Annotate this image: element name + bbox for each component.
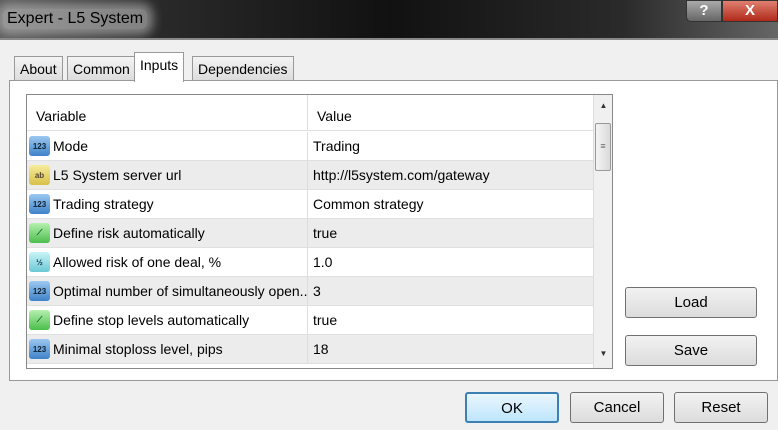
scroll-up-arrow[interactable]: ▲ [594,97,612,115]
tab-dependencies[interactable]: Dependencies [192,56,294,81]
value-cell[interactable]: Common strategy [308,196,423,212]
variable-cell: ab L5 System server url [27,161,308,189]
save-button[interactable]: Save [625,335,757,366]
variable-name: Trading strategy [53,196,154,212]
value-cell[interactable]: 18 [308,341,329,357]
variable-name: Minimal stoploss level, pips [53,341,223,357]
inputs-table: Variable Value 123 Mode Trading ab L5 System… [26,94,613,369]
cancel-button[interactable]: Cancel [570,392,664,423]
bool-type-icon: ⟋ [29,223,50,243]
value-cell[interactable]: 3 [308,283,321,299]
tab-common[interactable]: Common [67,56,136,81]
value-cell[interactable]: 1.0 [308,254,332,270]
variable-name: Optimal number of simultaneously open... [53,283,308,299]
tab-about[interactable]: About [14,56,63,81]
close-button[interactable]: X [722,0,778,22]
variable-cell: 123 Mode [27,132,308,160]
variable-cell: 123 Optimal number of simultaneously open… [27,277,308,305]
value-cell[interactable]: true [308,225,337,241]
variable-name: Allowed risk of one deal, % [53,254,222,270]
reset-button[interactable]: Reset [674,392,768,423]
table-header: Variable Value [27,95,593,131]
tab-inputs[interactable]: Inputs [134,52,185,82]
variable-cell: ⟋ Define stop levels automatically [27,306,308,334]
variable-name: Define risk automatically [53,225,205,241]
table-row[interactable]: ½ Allowed risk of one deal, % 1.0 [27,248,593,277]
variable-name: L5 System server url [53,167,182,183]
variable-name: Mode [53,138,89,154]
int-type-icon: 123 [29,136,50,156]
variable-cell: ⟋ Define risk automatically [27,219,308,247]
value-cell[interactable]: http://l5system.com/gateway [308,167,490,183]
vertical-scrollbar[interactable]: ▲ ≡ ▼ [593,95,612,368]
bool-type-icon: ⟋ [29,310,50,330]
variable-cell: 123 Trading strategy [27,190,308,218]
load-button[interactable]: Load [625,287,757,318]
table-row[interactable]: 123 Mode Trading [27,132,593,161]
ok-button[interactable]: OK [465,392,559,423]
table-row[interactable]: 123 Minimal stoploss level, pips 18 [27,335,593,364]
table-row[interactable]: 123 Optimal number of simultaneously open… [27,277,593,306]
str-type-icon: ab [29,165,50,185]
value-cell[interactable]: Trading [308,138,360,154]
int-type-icon: 123 [29,281,50,301]
int-type-icon: 123 [29,194,50,214]
table-row[interactable]: ⟋ Define stop levels automatically true [27,306,593,335]
window-title: Expert - L5 System [3,9,148,29]
value-cell[interactable]: true [308,312,337,328]
table-row[interactable]: ab L5 System server url http://l5system.co… [27,161,593,190]
table-row[interactable]: 123 Trading strategy Common strategy [27,190,593,219]
table-row[interactable]: ⟋ Define risk automatically true [27,219,593,248]
scroll-thumb[interactable]: ≡ [595,123,611,171]
variable-cell: ½ Allowed risk of one deal, % [27,248,308,276]
dbl-type-icon: ½ [29,252,50,272]
title-bar: Expert - L5 System ? X [0,0,778,38]
header-variable[interactable]: Variable [27,95,308,130]
variable-cell: 123 Minimal stoploss level, pips [27,335,308,363]
help-button[interactable]: ? [686,0,722,22]
header-value[interactable]: Value [308,95,352,130]
int-type-icon: 123 [29,339,50,359]
scroll-down-arrow[interactable]: ▼ [594,345,612,363]
variable-name: Define stop levels automatically [53,312,250,328]
